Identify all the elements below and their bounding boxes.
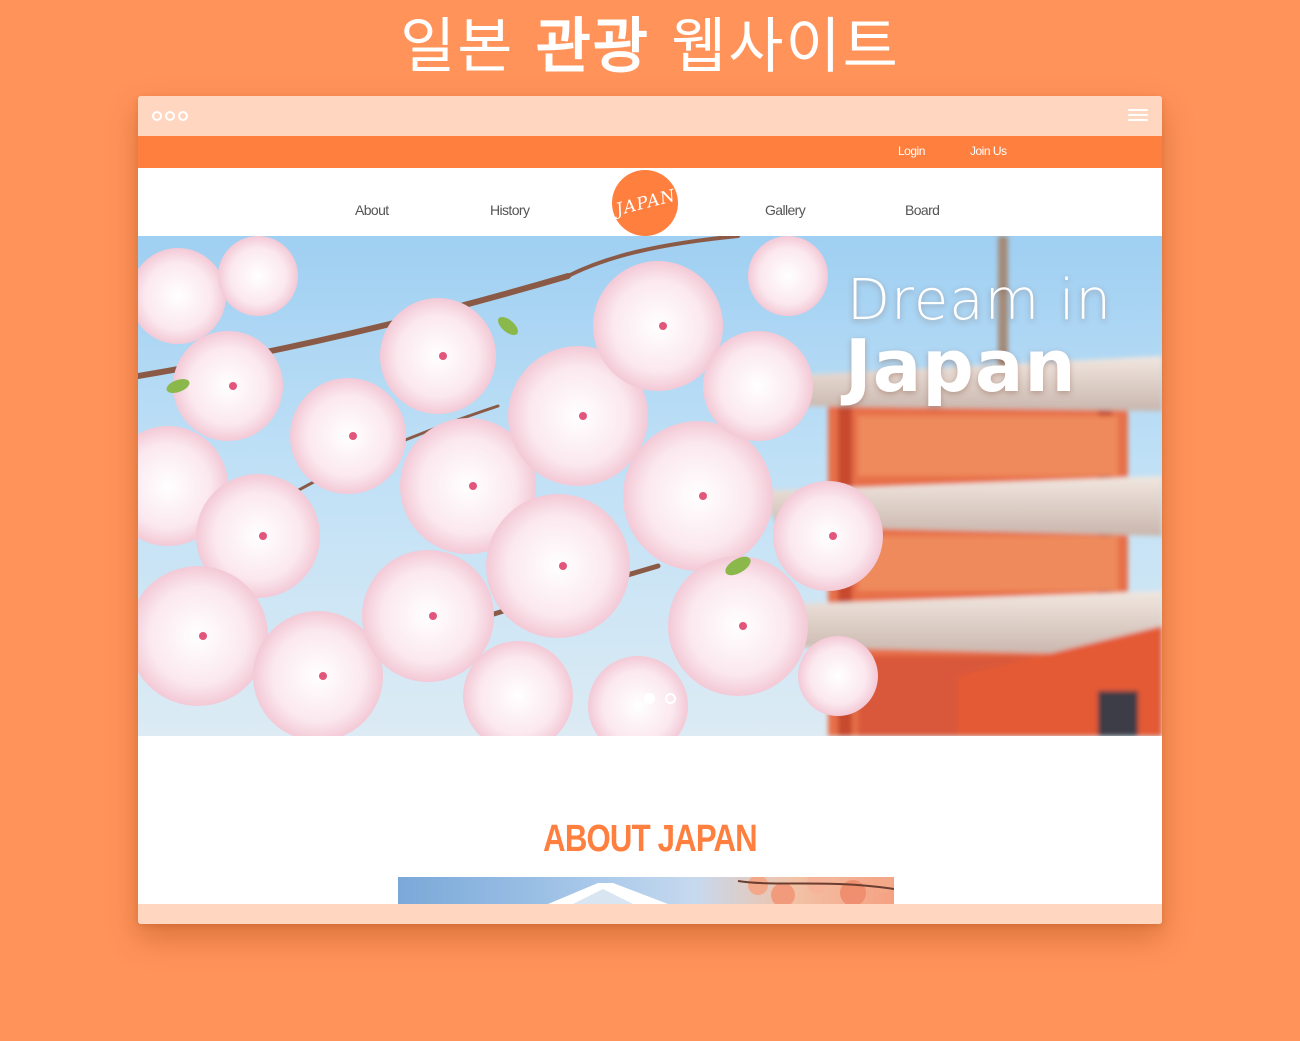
top-utility-bar: Login Join Us (138, 136, 1162, 168)
login-link[interactable]: Login (898, 144, 925, 158)
hero-banner: Dream in Japan (138, 236, 1162, 736)
browser-bottom-bar (138, 904, 1162, 924)
slider-dot-1[interactable] (644, 693, 655, 704)
window-dot-icon[interactable] (178, 111, 188, 121)
heading-text-2: 웹사이트 (671, 12, 900, 82)
hero-title-line2: Japan (844, 324, 1077, 408)
browser-title-bar (138, 96, 1162, 136)
hero-title-line1: Dream in (846, 268, 1112, 333)
join-us-link[interactable]: Join Us (970, 144, 1007, 158)
window-controls (152, 111, 188, 121)
cherry-blossom-cluster (138, 236, 883, 736)
page-heading: 일본 관광 웹사이트 (0, 10, 1300, 84)
main-navigation: About History JAPAN Gallery Board (138, 168, 1162, 236)
nav-item-history[interactable]: History (490, 202, 530, 218)
heading-text-1: 일본 (400, 12, 515, 82)
heading-text-bold: 관광 (535, 12, 650, 82)
browser-window: Login Join Us About History JAPAN Galler… (138, 96, 1162, 924)
hamburger-menu-icon[interactable] (1128, 109, 1148, 123)
slider-dot-2[interactable] (665, 693, 676, 704)
about-image (398, 877, 894, 904)
nav-item-gallery[interactable]: Gallery (765, 202, 806, 218)
nav-item-about[interactable]: About (355, 202, 389, 218)
about-section-title: ABOUT JAPAN (543, 818, 758, 860)
hero-title: Dream in Japan (844, 268, 1112, 408)
slider-pagination (644, 693, 676, 704)
about-image-illustration (548, 877, 894, 904)
window-dot-icon[interactable] (165, 111, 175, 121)
nav-item-board[interactable]: Board (905, 202, 940, 218)
window-dot-icon[interactable] (152, 111, 162, 121)
